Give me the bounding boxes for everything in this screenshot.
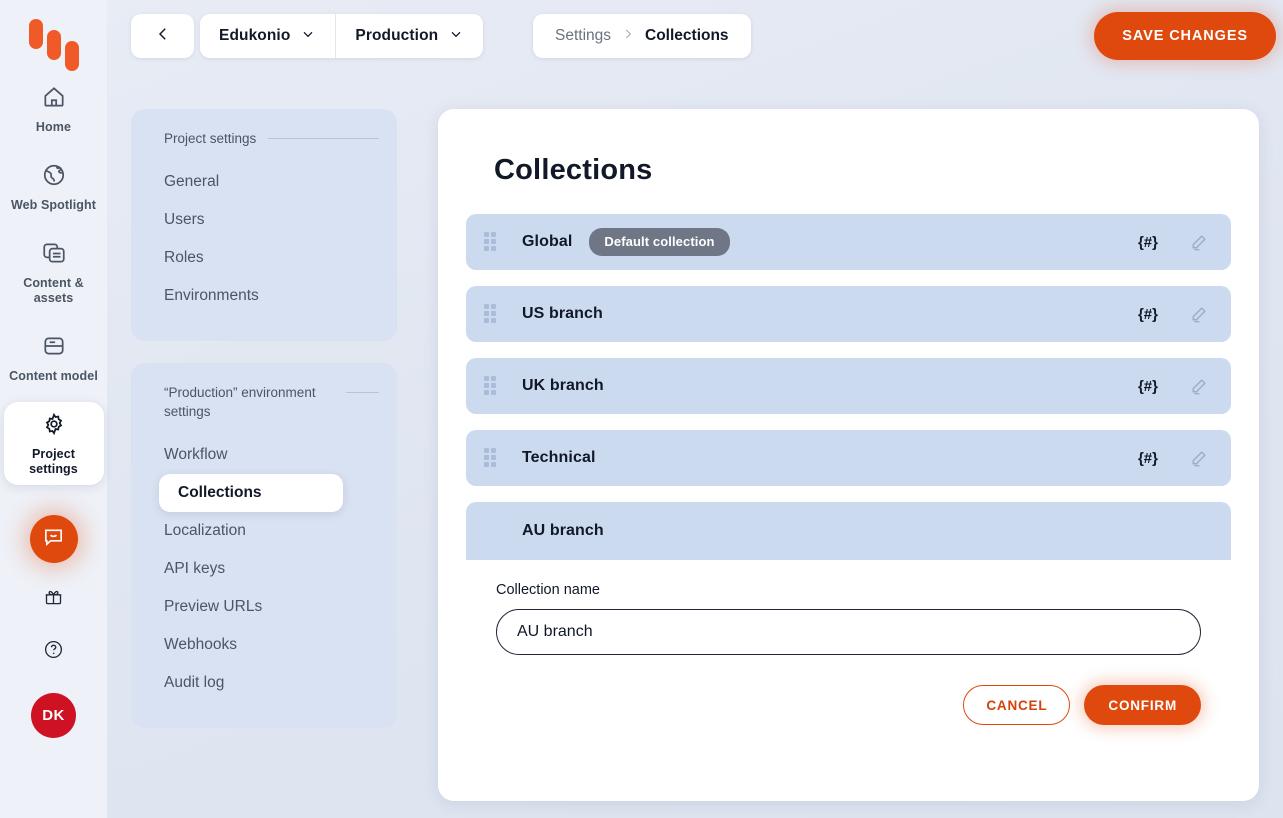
- back-button[interactable]: [131, 14, 194, 58]
- sidebar-item-roles[interactable]: Roles: [131, 239, 397, 277]
- project-selector-label: Edukonio: [219, 27, 291, 44]
- environment-selector[interactable]: Production: [335, 14, 483, 58]
- sidebar-item-web-spotlight[interactable]: Web Spotlight: [4, 153, 104, 221]
- content-assets-icon: [41, 240, 67, 271]
- row-actions: {#}: [1138, 448, 1209, 469]
- collection-name: Global: [522, 233, 573, 250]
- sidebar-item-collections[interactable]: Collections: [159, 474, 343, 512]
- confirm-button[interactable]: CONFIRM: [1084, 685, 1201, 725]
- table-row[interactable]: Technical {#}: [466, 430, 1231, 486]
- sidebar-item-audit-log[interactable]: Audit log: [131, 664, 397, 702]
- pencil-icon[interactable]: [1188, 448, 1209, 469]
- collection-name: AU branch: [522, 522, 604, 539]
- gift-button[interactable]: [34, 585, 74, 615]
- page-title: Collections: [494, 154, 653, 186]
- help-button[interactable]: [34, 637, 74, 667]
- pencil-icon[interactable]: [1188, 376, 1209, 397]
- breadcrumb-collections: Collections: [645, 27, 729, 44]
- collection-edit-block: AU branch Collection name CANCEL CONFIRM: [466, 502, 1231, 753]
- sidebar-item-project-settings[interactable]: Project settings: [3, 402, 104, 485]
- cancel-button[interactable]: CANCEL: [963, 685, 1071, 725]
- environment-settings-panel: “Production” environment settings Workfl…: [131, 363, 397, 728]
- sidebar-item-environments[interactable]: Environments: [131, 277, 397, 315]
- save-changes-button[interactable]: SAVE CHANGES: [1094, 12, 1276, 60]
- table-row[interactable]: UK branch {#}: [466, 358, 1231, 414]
- sidebar-item-content-assets[interactable]: Content & assets: [4, 231, 104, 314]
- sidebar-item-label: Project settings: [29, 447, 78, 476]
- globe-icon: [41, 162, 67, 193]
- form-actions: CANCEL CONFIRM: [496, 685, 1201, 725]
- codename-icon[interactable]: {#}: [1138, 306, 1158, 323]
- sidebar-item-localization[interactable]: Localization: [131, 512, 397, 550]
- left-nav-rail: Home Web Spotlight Content & assets Cont…: [0, 0, 107, 818]
- avatar[interactable]: DK: [31, 693, 76, 738]
- collections-card: Collections Global Default collection {#…: [438, 109, 1259, 801]
- chevron-down-icon: [300, 26, 316, 47]
- codename-icon[interactable]: {#}: [1138, 378, 1158, 395]
- drag-handle-icon[interactable]: [484, 376, 500, 396]
- collection-name: UK branch: [522, 377, 604, 394]
- kontent-logo[interactable]: [26, 13, 82, 71]
- heading-divider: [346, 392, 379, 393]
- heading-divider: [268, 138, 379, 139]
- app-window: Home Web Spotlight Content & assets Cont…: [0, 0, 1283, 818]
- drag-handle-icon[interactable]: [484, 232, 500, 252]
- sidebar-item-general[interactable]: General: [131, 163, 397, 201]
- collection-name: Technical: [522, 449, 596, 466]
- content-model-icon: [41, 333, 67, 364]
- row-actions: {#}: [1138, 304, 1209, 325]
- chevron-right-icon: [621, 27, 635, 46]
- question-mark-icon: [43, 639, 64, 665]
- settings-navigation: Project settings General Users Roles Env…: [131, 109, 397, 728]
- codename-icon[interactable]: {#}: [1138, 234, 1158, 251]
- project-selector[interactable]: Edukonio: [200, 14, 335, 58]
- sidebar-item-webhooks[interactable]: Webhooks: [131, 626, 397, 664]
- home-icon: [41, 84, 67, 115]
- collections-list: Global Default collection {#} US branch …: [466, 214, 1231, 753]
- table-row[interactable]: Global Default collection {#}: [466, 214, 1231, 270]
- chevron-down-icon: [448, 26, 464, 47]
- chat-support-button[interactable]: [29, 515, 78, 563]
- sidebar-item-label: Content model: [9, 369, 98, 383]
- drag-handle-icon[interactable]: [484, 304, 500, 324]
- sidebar-item-label: Web Spotlight: [10, 198, 97, 212]
- collection-edit-header: AU branch: [466, 502, 1231, 560]
- table-row[interactable]: US branch {#}: [466, 286, 1231, 342]
- row-actions: {#}: [1138, 232, 1209, 253]
- sidebar-item-home[interactable]: Home: [4, 75, 104, 143]
- chat-bubble-icon: [42, 525, 65, 553]
- chevron-left-icon: [154, 25, 172, 48]
- collection-edit-form: Collection name CANCEL CONFIRM: [466, 560, 1231, 753]
- sidebar-item-label: Home: [35, 120, 72, 134]
- collection-name-input[interactable]: [496, 609, 1201, 655]
- sidebar-item-users[interactable]: Users: [131, 201, 397, 239]
- codename-icon[interactable]: {#}: [1138, 450, 1158, 467]
- drag-handle-icon[interactable]: [484, 448, 500, 468]
- gear-icon: [41, 411, 67, 442]
- pencil-icon[interactable]: [1188, 304, 1209, 325]
- top-bar: Edukonio Production Settings Collections…: [107, 0, 1283, 72]
- project-environment-selectors: Edukonio Production: [200, 14, 484, 58]
- gift-icon: [43, 587, 64, 613]
- project-settings-panel: Project settings General Users Roles Env…: [131, 109, 397, 341]
- sidebar-item-content-model[interactable]: Content model: [4, 324, 104, 392]
- collection-name: US branch: [522, 305, 603, 322]
- environment-selector-label: Production: [355, 27, 439, 44]
- pencil-icon[interactable]: [1188, 232, 1209, 253]
- environment-settings-list: Workflow Collections Localization API ke…: [131, 436, 397, 702]
- project-settings-heading: Project settings: [131, 129, 397, 148]
- panel-heading-label: Project settings: [164, 131, 257, 146]
- sidebar-item-preview-urls[interactable]: Preview URLs: [131, 588, 397, 626]
- sidebar-item-workflow[interactable]: Workflow: [131, 436, 397, 474]
- panel-heading-label: “Production” environment settings: [164, 385, 316, 419]
- sidebar-item-label: Content & assets: [23, 276, 84, 305]
- collection-name-label: Collection name: [496, 582, 600, 598]
- sidebar-item-api-keys[interactable]: API keys: [131, 550, 397, 588]
- project-settings-list: General Users Roles Environments: [131, 163, 397, 315]
- breadcrumb-settings[interactable]: Settings: [555, 27, 611, 45]
- breadcrumb: Settings Collections: [533, 14, 751, 58]
- status-badge: Default collection: [589, 228, 730, 256]
- environment-settings-heading: “Production” environment settings: [131, 383, 397, 421]
- row-actions: {#}: [1138, 376, 1209, 397]
